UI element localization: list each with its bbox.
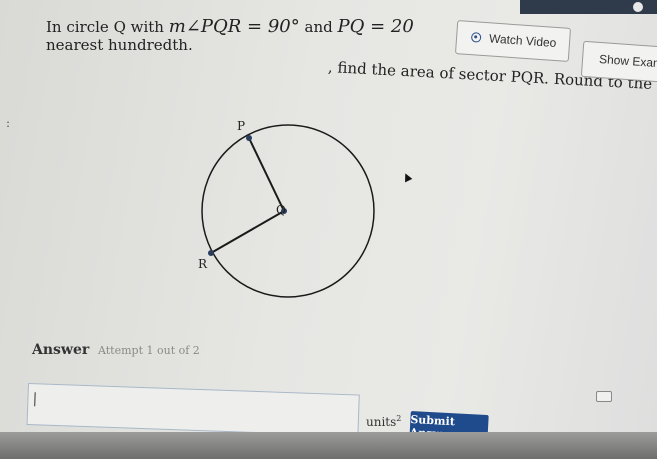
label-p: P (237, 119, 245, 133)
point-p (246, 135, 252, 141)
profile-icon[interactable] (633, 2, 643, 12)
answer-input[interactable] (26, 383, 360, 437)
show-example-label: Show Examp (598, 51, 657, 71)
show-example-button[interactable]: Show Examp (580, 40, 657, 84)
label-r: R (198, 257, 208, 271)
label-q: Q (276, 203, 286, 217)
watch-video-button[interactable]: Watch Video (454, 20, 572, 62)
length-expression: PQ = 20 (337, 16, 414, 37)
mouse-cursor-icon (401, 171, 413, 183)
attempt-counter: Attempt 1 out of 2 (98, 344, 200, 357)
keyboard-icon[interactable] (596, 391, 612, 402)
radius-qp (248, 137, 285, 212)
point-r (208, 250, 214, 256)
page-background: In circle Q with m∠PQR = 90° and PQ = 20… (0, 0, 657, 459)
watch-video-label: Watch Video (488, 31, 557, 51)
answer-label: Answer (32, 342, 90, 358)
circle-diagram-svg: P Q R (198, 119, 375, 298)
radius-qr (210, 210, 285, 254)
side-dots-icon: : (6, 116, 11, 130)
bottom-bezel (0, 432, 657, 459)
video-play-icon (470, 32, 482, 43)
text-caret (34, 392, 36, 407)
question-line-2: nearest hundredth. (46, 36, 193, 54)
circle-outline (201, 124, 375, 298)
circle-diagram: P Q R (180, 110, 400, 314)
units-label: units2 (366, 414, 402, 429)
top-bar (520, 0, 657, 14)
